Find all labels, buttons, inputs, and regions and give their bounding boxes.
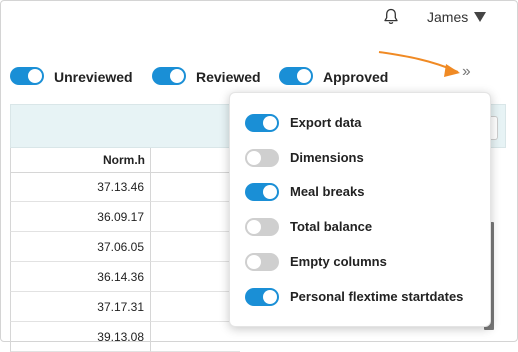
table-cell: 37.06.05 (10, 232, 150, 262)
toggle-empty-columns[interactable] (245, 253, 279, 271)
menu-option-label: Meal breaks (290, 184, 365, 199)
table-cell (150, 292, 240, 322)
table-cell: 37.17.31 (10, 292, 150, 322)
toggle-reviewed[interactable] (152, 67, 186, 85)
table-cell (150, 202, 240, 232)
menu-option-label: Empty columns (290, 254, 387, 269)
double-chevron-right-icon[interactable]: ›› (462, 63, 471, 81)
table-cell: 37.13.46 (10, 172, 150, 202)
menu-option-label: Personal flextime startdates (290, 289, 464, 304)
column-options-menu: Export data Dimensions Meal breaks Total… (229, 92, 491, 327)
toggle-export-data[interactable] (245, 114, 279, 132)
menu-option-label: Export data (290, 115, 362, 130)
toggle-meal-breaks[interactable] (245, 183, 279, 201)
table-cell (150, 172, 240, 202)
table-cell (150, 262, 240, 292)
caret-down-icon (474, 12, 487, 22)
table-cell (150, 232, 240, 262)
menu-option-label: Total balance (290, 219, 373, 234)
column-header-norm-h[interactable]: Norm.h (10, 148, 151, 173)
toggle-dimensions[interactable] (245, 149, 279, 167)
bell-icon[interactable] (383, 8, 399, 26)
menu-option-label: Dimensions (290, 150, 364, 165)
toggle-total-balance[interactable] (245, 218, 279, 236)
toggle-approved[interactable] (279, 67, 313, 85)
annotation-arrow-icon (378, 51, 460, 77)
toggle-personal-flextime-startdates[interactable] (245, 288, 279, 306)
filter-label-reviewed: Reviewed (196, 69, 261, 85)
toggle-unreviewed[interactable] (10, 67, 44, 85)
table-cell: 36.09.17 (10, 202, 150, 232)
table-cell (150, 322, 240, 352)
table-cell: 39.13.08 (10, 322, 150, 352)
column-header[interactable] (150, 148, 241, 173)
filter-label-unreviewed: Unreviewed (54, 69, 133, 85)
user-name: James (427, 9, 469, 25)
user-menu[interactable]: James (427, 9, 487, 25)
table-cell: 36.14.36 (10, 262, 150, 292)
